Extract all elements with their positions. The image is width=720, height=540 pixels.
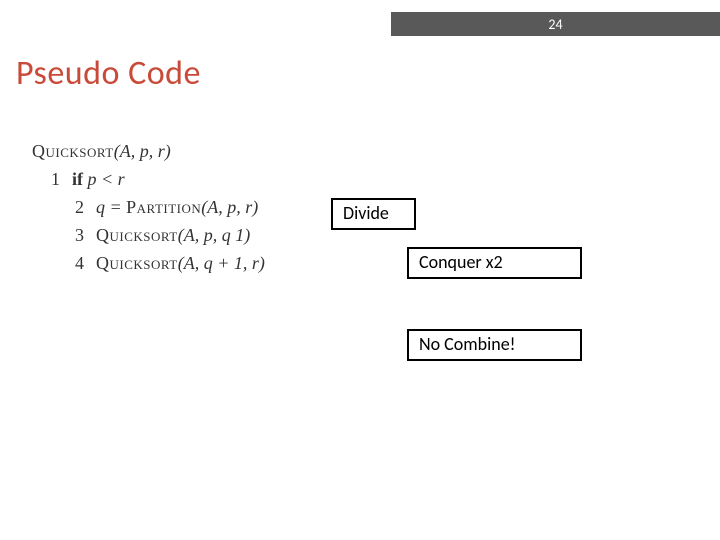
call-args: (A, p, q 1) <box>178 225 250 245</box>
function-args: (A, p, r) <box>114 141 171 161</box>
slide: 24 Pseudo Code Quicksort(A, p, r) 1if p … <box>0 0 720 540</box>
code-line: 1 if p < r <box>32 166 265 194</box>
page-number-bar: 24 <box>391 12 720 36</box>
call-args: (A, q + 1, r) <box>178 253 265 273</box>
code-line: 4 Quicksort(A, q + 1, r) <box>56 250 265 278</box>
page-number: 24 <box>548 16 562 33</box>
condition: p < r <box>88 169 125 189</box>
code-line: 2 q = Partition(A, p, r) <box>56 194 265 222</box>
annotation-conquer: Conquer x2 <box>407 247 582 279</box>
assign-left: q = <box>96 197 126 217</box>
code-header: Quicksort(A, p, r) <box>32 138 265 166</box>
annotation-no-combine: No Combine! <box>407 329 582 361</box>
keyword-if: if <box>72 169 88 189</box>
pseudocode-block: Quicksort(A, p, r) 1if p < r 2q = Partit… <box>32 138 265 277</box>
function-name: Quicksort <box>96 225 178 245</box>
line-number: 1 <box>32 166 60 194</box>
annotation-divide: Divide <box>331 198 416 230</box>
function-name: Quicksort <box>96 253 178 273</box>
code-line: 3 Quicksort(A, p, q 1) <box>56 222 265 250</box>
function-name: Partition <box>126 197 201 217</box>
line-number: 2 <box>56 194 84 222</box>
function-name: Quicksort <box>32 141 114 161</box>
line-number: 4 <box>56 250 84 278</box>
call-args: (A, p, r) <box>201 197 258 217</box>
slide-title: Pseudo Code <box>16 53 201 94</box>
line-number: 3 <box>56 222 84 250</box>
